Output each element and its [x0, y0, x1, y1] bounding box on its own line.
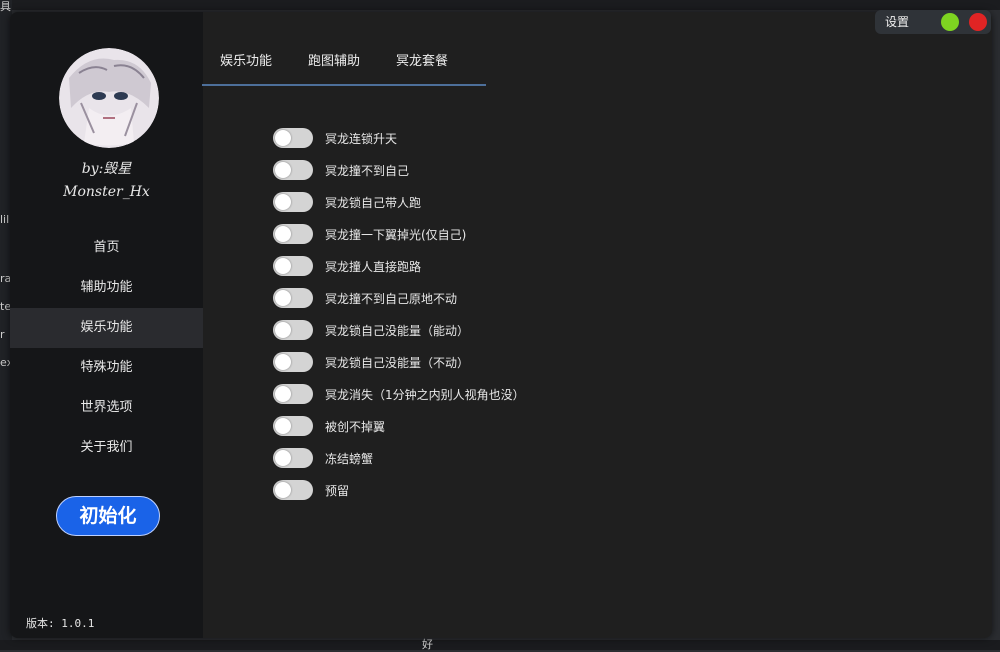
toggle-row: 冻结螃蟹 — [273, 442, 525, 474]
toggle-switch[interactable] — [273, 224, 313, 244]
toggle-label: 被创不掉翼 — [325, 419, 386, 434]
toggle-row: 预留 — [273, 474, 525, 506]
sidebar-item-entertainment[interactable]: 娱乐功能 — [10, 308, 203, 348]
toggle-switch[interactable] — [273, 320, 313, 340]
toggle-list: 冥龙连锁升天 冥龙撞不到自己 冥龙锁自己带人跑 冥龙撞一下翼掉光(仅自己) 冥龙… — [273, 122, 525, 506]
toggle-label: 冥龙撞人直接跑路 — [325, 259, 422, 274]
toggle-row: 冥龙撞不到自己原地不动 — [273, 282, 525, 314]
sidebar-item-about[interactable]: 关于我们 — [10, 428, 203, 468]
toggle-label: 冥龙锁自己带人跑 — [325, 195, 422, 210]
sidebar-nav: 首页 辅助功能 娱乐功能 特殊功能 世界选项 关于我们 — [10, 228, 203, 468]
toggle-switch[interactable] — [273, 416, 313, 436]
toggle-row: 冥龙连锁升天 — [273, 122, 525, 154]
sidebar: by:毁星 Monster_Hx 首页 辅助功能 娱乐功能 特殊功能 世界选项 … — [10, 12, 203, 638]
toggle-knob — [275, 226, 291, 242]
settings-button[interactable]: 设置 — [885, 12, 909, 32]
toggle-label: 冥龙撞不到自己 — [325, 163, 410, 178]
toggle-knob — [275, 418, 291, 434]
sidebar-item-special[interactable]: 特殊功能 — [10, 348, 203, 388]
toggle-label: 冥龙锁自己没能量（能动） — [325, 323, 470, 338]
toggle-knob — [275, 130, 291, 146]
toggle-switch[interactable] — [273, 448, 313, 468]
toggle-switch[interactable] — [273, 352, 313, 372]
toggle-row: 冥龙锁自己没能量（不动） — [273, 346, 525, 378]
tab-bar: 娱乐功能 跑图辅助 冥龙套餐 — [202, 52, 486, 86]
toggle-knob — [275, 386, 291, 402]
toggle-label: 预留 — [325, 483, 350, 498]
toggle-row: 冥龙撞不到自己 — [273, 154, 525, 186]
tab-entertainment[interactable]: 娱乐功能 — [202, 52, 290, 84]
background-text: lil — [0, 213, 10, 226]
toggle-label: 冥龙撞一下翼掉光(仅自己) — [325, 227, 467, 242]
close-dot-icon[interactable] — [969, 13, 987, 31]
toggle-knob — [275, 194, 291, 210]
toggle-label: 冻结螃蟹 — [325, 451, 374, 466]
sidebar-item-assist[interactable]: 辅助功能 — [10, 268, 203, 308]
toggle-switch[interactable] — [273, 160, 313, 180]
window-controls: 设置 — [875, 10, 991, 34]
toggle-switch[interactable] — [273, 480, 313, 500]
background-taskbar-bottom — [0, 640, 1000, 650]
initialize-button[interactable]: 初始化 — [56, 496, 160, 536]
background-taskbar-top — [0, 0, 1000, 10]
toggle-knob — [275, 258, 291, 274]
app-window: by:毁星 Monster_Hx 首页 辅助功能 娱乐功能 特殊功能 世界选项 … — [10, 12, 992, 638]
toggle-switch[interactable] — [273, 128, 313, 148]
version-label: 版本: 1.0.1 — [26, 617, 95, 630]
toggle-row: 冥龙锁自己带人跑 — [273, 186, 525, 218]
toggle-knob — [275, 162, 291, 178]
toggle-label: 冥龙锁自己没能量（不动） — [325, 355, 470, 370]
author-name: by:毁星 — [81, 161, 132, 177]
toggle-row: 冥龙锁自己没能量（能动） — [273, 314, 525, 346]
toggle-row: 冥龙撞人直接跑路 — [273, 250, 525, 282]
sidebar-item-home[interactable]: 首页 — [10, 228, 203, 268]
toggle-knob — [275, 482, 291, 498]
avatar — [59, 48, 159, 148]
author-handle: Monster_Hx — [63, 184, 150, 200]
toggle-knob — [275, 450, 291, 466]
toggle-switch[interactable] — [273, 256, 313, 276]
minimize-dot-icon[interactable] — [941, 13, 959, 31]
toggle-row: 被创不掉翼 — [273, 410, 525, 442]
tab-map-assist[interactable]: 跑图辅助 — [290, 52, 378, 84]
toggle-row: 冥龙撞一下翼掉光(仅自己) — [273, 218, 525, 250]
toggle-label: 冥龙连锁升天 — [325, 131, 398, 146]
avatar-image — [59, 48, 159, 148]
background-text: r — [0, 328, 5, 341]
tab-krill-package[interactable]: 冥龙套餐 — [378, 52, 466, 84]
sidebar-item-world-options[interactable]: 世界选项 — [10, 388, 203, 428]
toggle-knob — [275, 354, 291, 370]
toggle-switch[interactable] — [273, 288, 313, 308]
toggle-label: 冥龙撞不到自己原地不动 — [325, 291, 458, 306]
toggle-knob — [275, 290, 291, 306]
toggle-switch[interactable] — [273, 192, 313, 212]
toggle-knob — [275, 322, 291, 338]
toggle-row: 冥龙消失（1分钟之内别人视角也没） — [273, 378, 525, 410]
toggle-switch[interactable] — [273, 384, 313, 404]
toggle-label: 冥龙消失（1分钟之内别人视角也没） — [325, 387, 525, 402]
